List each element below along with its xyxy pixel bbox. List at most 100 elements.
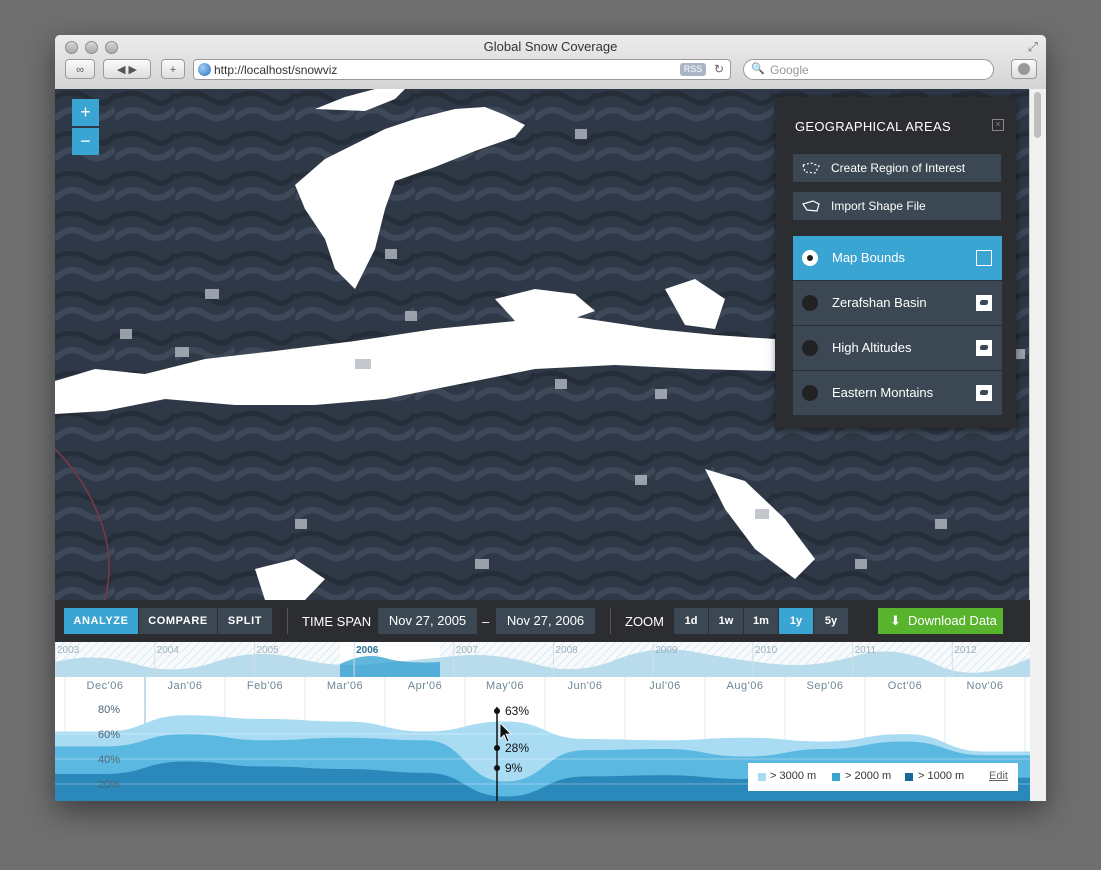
- zoom-label: ZOOM: [625, 614, 664, 629]
- radio-icon[interactable]: [802, 250, 818, 266]
- map-zoom-out-button[interactable]: −: [72, 128, 99, 155]
- month-label: Oct'06: [888, 680, 922, 692]
- month-label: Feb'06: [247, 680, 283, 692]
- download-label: Download Data: [908, 613, 997, 628]
- area-label: High Altitudes: [832, 340, 912, 355]
- url-text: http://localhost/snowviz: [214, 63, 338, 77]
- zoom-1y-button[interactable]: 1y: [779, 608, 813, 634]
- mode-compare-button[interactable]: COMPARE: [139, 608, 217, 634]
- cursor-point: [494, 765, 500, 771]
- cursor-point: [494, 745, 500, 751]
- timeline-year-label[interactable]: 2007: [456, 645, 479, 656]
- timeline-year-label[interactable]: 2009: [655, 645, 678, 656]
- radio-icon[interactable]: [802, 340, 818, 356]
- close-icon[interactable]: ×: [992, 119, 1004, 131]
- y-tick-label: 40%: [98, 754, 120, 766]
- month-label: Jan'06: [167, 680, 202, 692]
- year-timeline[interactable]: 2003 2004 2005 2006 2007 2008 2009 2010 2011 2012: [55, 642, 1030, 677]
- map-zoom-in-button[interactable]: +: [72, 99, 99, 126]
- legend-swatch: [832, 773, 840, 781]
- time-span-label: TIME SPAN: [302, 614, 372, 629]
- download-data-button[interactable]: ⬇ Download Data: [878, 608, 1003, 634]
- legend-label: > 1000 m: [918, 770, 965, 782]
- month-label: Mar'06: [327, 680, 363, 692]
- legend-swatch: [758, 773, 766, 781]
- month-label: Nov'06: [967, 680, 1004, 692]
- chart-legend: > 3000 m > 2000 m > 1000 m Edit: [748, 763, 1018, 791]
- zoom-1w-button[interactable]: 1w: [709, 608, 743, 634]
- back-forward-buttons[interactable]: ◀ ▶: [103, 59, 151, 79]
- month-label: Sep'06: [807, 680, 844, 692]
- browser-window: Global Snow Coverage ⤢ ∞ ◀ ▶ + http://lo…: [55, 35, 1046, 801]
- globe-icon: [198, 63, 211, 76]
- area-label: Zerafshan Basin: [832, 295, 927, 310]
- reader-glasses-icon[interactable]: ∞: [65, 59, 95, 79]
- bounds-square-icon: [976, 250, 992, 266]
- page-scrollbar[interactable]: [1029, 89, 1046, 801]
- region-select-icon: [802, 162, 820, 174]
- month-label: Jul'06: [649, 680, 680, 692]
- y-tick-label: 80%: [98, 704, 120, 716]
- reload-icon[interactable]: ↻: [714, 62, 724, 76]
- geographical-areas-panel: GEOGRAPHICAL AREAS × Create Region of In…: [776, 97, 1016, 428]
- import-shape-label: Import Shape File: [831, 199, 926, 213]
- area-eastern-montains[interactable]: Eastern Montains: [793, 371, 1002, 415]
- start-date-field[interactable]: Nov 27, 2005: [378, 608, 477, 634]
- rss-badge[interactable]: RSS: [680, 63, 706, 76]
- timeline-year-label[interactable]: 2005: [256, 645, 279, 656]
- zoom-5y-button[interactable]: 5y: [814, 608, 848, 634]
- downloads-button[interactable]: [1011, 59, 1037, 79]
- timeline-year-label[interactable]: 2011: [855, 645, 877, 656]
- timeline-year-label[interactable]: 2010: [755, 645, 778, 656]
- legend-label: > 2000 m: [845, 770, 892, 782]
- timeline-year-label[interactable]: 2006: [356, 645, 379, 656]
- create-region-label: Create Region of Interest: [831, 161, 966, 175]
- legend-swatch: [905, 773, 913, 781]
- legend-edit-link[interactable]: Edit: [989, 770, 1008, 782]
- timeline-year-label[interactable]: 2003: [57, 645, 80, 656]
- toolbar-divider: [610, 608, 611, 634]
- zoom-1d-button[interactable]: 1d: [674, 608, 708, 634]
- y-tick-label: 60%: [98, 729, 120, 741]
- window-title: Global Snow Coverage: [483, 39, 618, 54]
- search-placeholder: Google: [770, 63, 809, 77]
- cursor-value-label: 28%: [505, 741, 529, 755]
- timeline-year-label[interactable]: 2004: [157, 645, 180, 656]
- region-shape-icon: [976, 295, 992, 311]
- month-label: Aug'06: [727, 680, 764, 692]
- month-label: May'06: [486, 680, 524, 692]
- zoom-1m-button[interactable]: 1m: [744, 608, 778, 634]
- search-icon: 🔍: [751, 63, 765, 75]
- cursor-value-label: 9%: [505, 761, 523, 775]
- region-shape-icon: [976, 385, 992, 401]
- month-label: Apr'06: [408, 680, 442, 692]
- radio-icon[interactable]: [802, 385, 818, 401]
- cursor-value-label: 63%: [505, 704, 529, 718]
- timeline-year-label[interactable]: 2008: [556, 645, 579, 656]
- mode-analyze-button[interactable]: ANALYZE: [64, 608, 138, 634]
- toolbar-divider: [287, 608, 288, 634]
- area-high-altitudes[interactable]: High Altitudes: [793, 326, 1002, 370]
- month-label: Dec'06: [87, 680, 124, 692]
- create-region-button[interactable]: Create Region of Interest: [793, 154, 1001, 182]
- mode-split-button[interactable]: SPLIT: [218, 608, 272, 634]
- browser-titlebar: Global Snow Coverage ⤢ ∞ ◀ ▶ + http://lo…: [55, 35, 1046, 90]
- radio-icon[interactable]: [802, 295, 818, 311]
- month-label: Jun'06: [567, 680, 602, 692]
- fullscreen-icon[interactable]: ⤢: [1028, 39, 1038, 55]
- legend-label: > 3000 m: [770, 770, 817, 782]
- timeline-year-label[interactable]: 2012: [954, 645, 977, 656]
- add-bookmark-button[interactable]: +: [161, 59, 185, 79]
- import-shape-button[interactable]: Import Shape File: [793, 192, 1001, 220]
- shape-file-icon: [802, 200, 820, 212]
- panel-title: GEOGRAPHICAL AREAS: [795, 119, 951, 134]
- search-field[interactable]: 🔍 Google: [743, 59, 994, 80]
- address-bar[interactable]: http://localhost/snowviz RSS ↻: [193, 59, 731, 80]
- date-range-dash: –: [482, 614, 490, 629]
- analysis-toolbar: ANALYZE COMPARE SPLIT TIME SPAN Nov 27, …: [55, 600, 1030, 642]
- end-date-field[interactable]: Nov 27, 2006: [496, 608, 595, 634]
- scrollbar-thumb[interactable]: [1034, 92, 1041, 138]
- area-zerafshan-basin[interactable]: Zerafshan Basin: [793, 281, 1002, 325]
- area-map-bounds[interactable]: Map Bounds: [793, 236, 1002, 280]
- area-label: Map Bounds: [832, 250, 905, 265]
